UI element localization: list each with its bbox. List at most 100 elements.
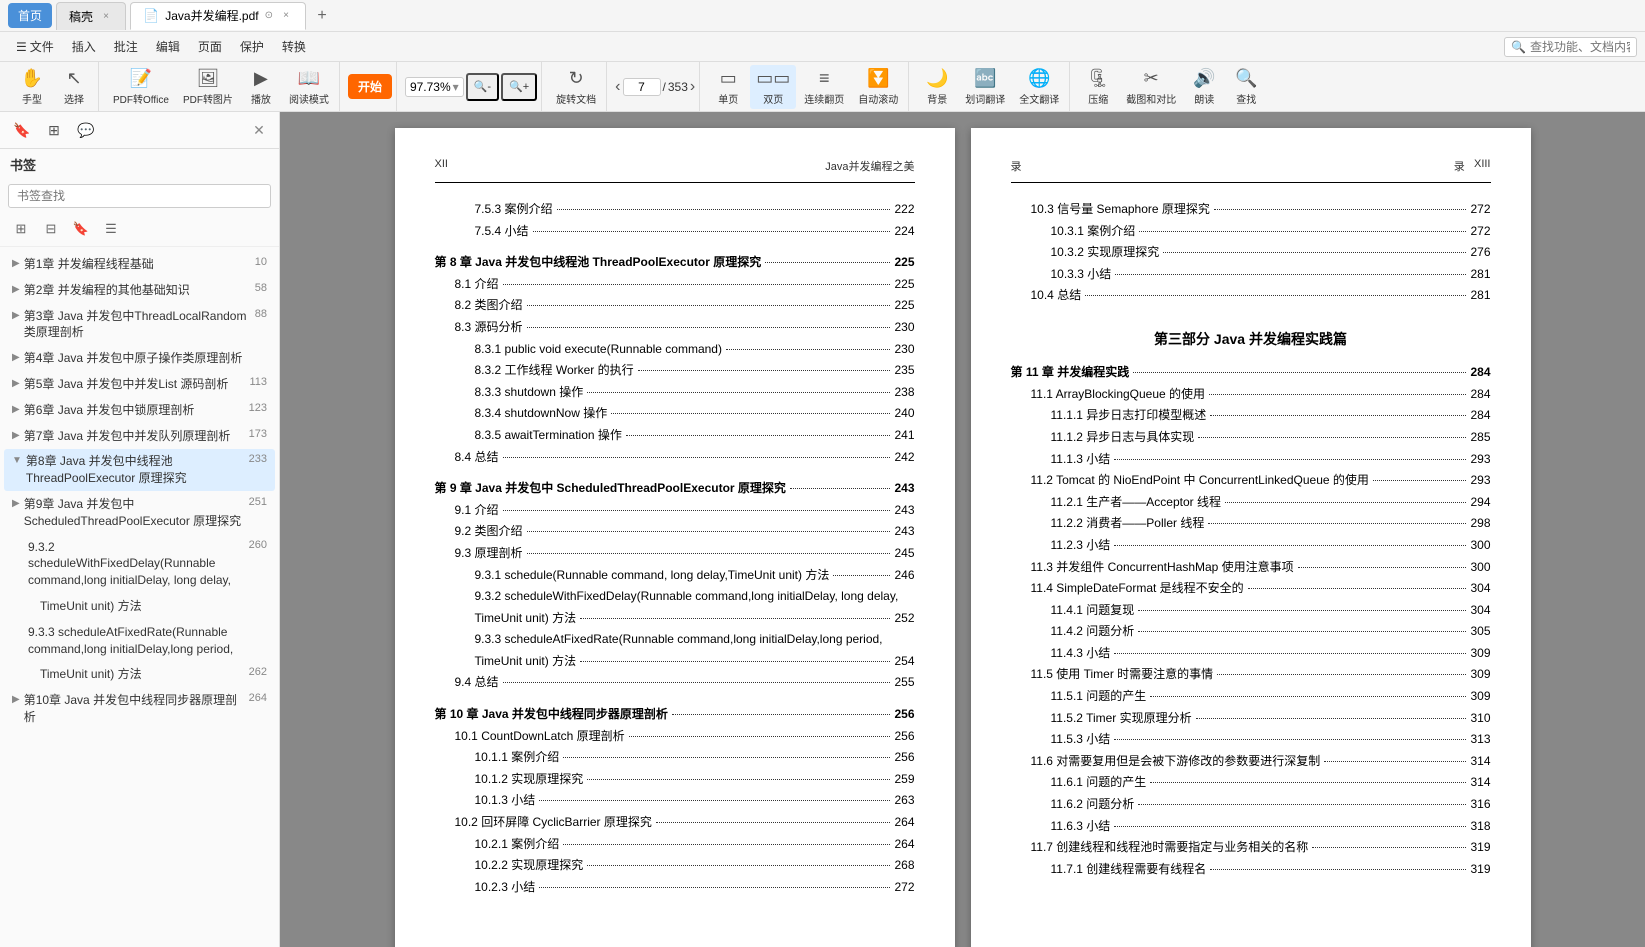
translate-word-button[interactable]: 🔤 划词翻译 xyxy=(959,65,1011,109)
bookmark-item[interactable]: ▶第4章 Java 并发包中原子操作类原理剖析 xyxy=(4,346,275,371)
sidebar-tool-bookmark[interactable]: 🔖 xyxy=(68,216,94,242)
toc-dots xyxy=(1114,826,1466,827)
bookmark-text: TimeUnit unit) 方法 xyxy=(40,666,245,683)
sidebar-tab-thumbnail[interactable]: ⊞ xyxy=(40,116,68,144)
prev-page-button[interactable]: ‹ xyxy=(615,78,620,96)
toc-title-text: 8.2 类图介绍 xyxy=(455,295,523,317)
toolbar-search-input[interactable] xyxy=(1530,40,1630,54)
bookmark-item[interactable]: 9.3.3 scheduleAtFixedRate(Runnable comma… xyxy=(4,620,275,662)
toc-page-num: 284 xyxy=(1470,405,1490,427)
zoom-in-button[interactable]: 🔍+ xyxy=(501,73,537,101)
background-button[interactable]: 🌙 背景 xyxy=(917,65,957,109)
toc-title-text: 11.6.1 问题的产生 xyxy=(1051,772,1147,794)
menu-protect[interactable]: 保护 xyxy=(232,36,272,57)
tab-pdf[interactable]: 📄 Java并发编程.pdf ⊙ × xyxy=(130,2,306,30)
next-page-button[interactable]: › xyxy=(690,78,695,96)
menu-annotate[interactable]: 批注 xyxy=(106,36,146,57)
auto-scroll-button[interactable]: ⏬ 自动滚动 xyxy=(852,65,904,109)
two-page-button[interactable]: ▭▭ 双页 xyxy=(750,65,796,109)
bookmark-page-num: 264 xyxy=(249,692,267,704)
toc-title-text: 10.4 总结 xyxy=(1031,285,1082,307)
menu-insert[interactable]: 插入 xyxy=(64,36,104,57)
pdf-icon: 📄 xyxy=(143,8,159,24)
bookmark-arrow-icon: ▶ xyxy=(12,284,20,295)
page-num-left: XII xyxy=(435,158,448,174)
toc-dots xyxy=(563,844,890,845)
bookmark-item[interactable]: ▼第8章 Java 并发包中线程池ThreadPoolExecutor 原理探究… xyxy=(4,449,275,491)
screenshot-contrast-button[interactable]: ✂ 截图和对比 xyxy=(1120,65,1182,109)
toc-dots xyxy=(1163,252,1466,253)
bookmark-item[interactable]: TimeUnit unit) 方法262 xyxy=(4,662,275,687)
sidebar-tool-expand[interactable]: ⊞ xyxy=(8,216,34,242)
toc-page-num: 305 xyxy=(1470,621,1490,643)
single-page-button[interactable]: ▭ 单页 xyxy=(708,65,748,109)
toc-title-text: 8.3.1 public void execute(Runnable comma… xyxy=(475,339,722,361)
add-tab-button[interactable]: + xyxy=(310,4,334,28)
bookmark-page-num: 233 xyxy=(249,453,267,465)
toc-title-text: 8.3.3 shutdown 操作 xyxy=(475,382,584,404)
read-mode-button[interactable]: 📖 阅读模式 xyxy=(283,65,335,109)
menu-edit[interactable]: 编辑 xyxy=(148,36,188,57)
zoom-out-button[interactable]: 🔍- xyxy=(466,73,499,101)
zoom-value: 97.73% xyxy=(410,80,451,94)
pdf-to-office-button[interactable]: 📝 PDF转Office xyxy=(107,65,175,109)
page-input-box[interactable] xyxy=(623,78,661,96)
sidebar-close-button[interactable]: ✕ xyxy=(247,118,271,142)
bookmark-search-input[interactable] xyxy=(8,184,271,208)
rotate-doc-button[interactable]: ↻ 旋转文档 xyxy=(550,65,602,109)
full-translate-button[interactable]: 🌐 全文翻译 xyxy=(1013,65,1065,109)
menu-convert[interactable]: 转换 xyxy=(274,36,314,57)
bookmark-item[interactable]: ▶第9章 Java 并发包中ScheduledThreadPoolExecuto… xyxy=(4,492,275,534)
continuous-scroll-button[interactable]: ≡ 连续翻页 xyxy=(798,65,850,109)
toc-page-num: 276 xyxy=(1470,242,1490,264)
menu-page[interactable]: 页面 xyxy=(190,36,230,57)
tab-kegou-close[interactable]: × xyxy=(99,9,113,23)
current-page-input[interactable] xyxy=(628,80,656,94)
bookmark-item[interactable]: ▶第3章 Java 并发包中ThreadLocalRandom 类原理剖析88 xyxy=(4,304,275,346)
find-button[interactable]: 🔍 查找 xyxy=(1226,65,1266,109)
toc-title-text: 7.5.4 小结 xyxy=(475,221,529,243)
menu-file[interactable]: ☰ 文件 xyxy=(8,36,62,57)
toc-title-text: 11.1.1 异步日志打印模型概述 xyxy=(1051,405,1207,427)
select-tool-button[interactable]: ↖ 选择 xyxy=(54,65,94,109)
read-aloud-button[interactable]: 🔊 朗读 xyxy=(1184,65,1224,109)
bookmark-item[interactable]: ▶第10章 Java 并发包中线程同步器原理剖析264 xyxy=(4,688,275,730)
title-bar: 首页 稿壳 × 📄 Java并发编程.pdf ⊙ × + xyxy=(0,0,1645,32)
zoom-selector[interactable]: 97.73% ▾ xyxy=(405,77,464,97)
toc-dots xyxy=(1373,480,1467,481)
sidebar-tool-collapse[interactable]: ⊟ xyxy=(38,216,64,242)
bookmark-page-num: 10 xyxy=(255,256,267,268)
toc-dots xyxy=(1114,653,1466,654)
tab-pdf-close[interactable]: × xyxy=(279,9,293,23)
play-button[interactable]: ▶ 播放 xyxy=(241,65,281,109)
toc-page-num: 224 xyxy=(894,221,914,243)
compress-button[interactable]: 🗜 压缩 xyxy=(1078,65,1118,109)
toc-entry: 10.2.3 小结272 xyxy=(435,877,915,899)
toc-page-num: 309 xyxy=(1470,686,1490,708)
toc-entry: 8.3.1 public void execute(Runnable comma… xyxy=(435,339,915,361)
start-button[interactable]: 开始 xyxy=(348,74,392,99)
bookmark-page-num: 173 xyxy=(249,428,267,440)
toc-dots xyxy=(1114,739,1466,740)
bookmark-item[interactable]: ▶第7章 Java 并发包中并发队列原理剖析173 xyxy=(4,424,275,449)
tab-kegou[interactable]: 稿壳 × xyxy=(56,2,126,30)
bookmark-item[interactable]: ▶第6章 Java 并发包中锁原理剖析123 xyxy=(4,398,275,423)
bookmark-item[interactable]: ▶第1章 并发编程线程基础10 xyxy=(4,252,275,277)
bookmark-text: TimeUnit unit) 方法 xyxy=(40,598,267,615)
pdf-content-area[interactable]: XII Java并发编程之美 7.5.3 案例介绍2227.5.4 小结224第… xyxy=(280,112,1645,947)
toc-title-text: 11.1.2 异步日志与具体实现 xyxy=(1051,427,1195,449)
sidebar-tab-comment[interactable]: 💬 xyxy=(72,116,100,144)
bookmark-item[interactable]: ▶第2章 并发编程的其他基础知识58 xyxy=(4,278,275,303)
bookmark-item[interactable]: TimeUnit unit) 方法 xyxy=(4,594,275,619)
home-tab[interactable]: 首页 xyxy=(8,3,52,28)
sidebar-tab-bookmark[interactable]: 🔖 xyxy=(8,116,36,144)
hand-tool-button[interactable]: ✋ 手型 xyxy=(12,65,52,109)
sidebar-tool-more[interactable]: ☰ xyxy=(98,216,124,242)
bookmark-item[interactable]: ▶第5章 Java 并发包中并发List 源码剖析113 xyxy=(4,372,275,397)
toc-dots xyxy=(563,757,890,758)
bookmark-item[interactable]: 9.3.2 scheduleWithFixedDelay(Runnable co… xyxy=(4,535,275,593)
toolbar-search-box[interactable]: 🔍 xyxy=(1504,37,1637,57)
bookmark-arrow-icon: ▶ xyxy=(12,378,20,389)
pdf-to-image-button[interactable]: 🖼 PDF转图片 xyxy=(177,65,239,109)
toc-dots xyxy=(527,531,891,532)
